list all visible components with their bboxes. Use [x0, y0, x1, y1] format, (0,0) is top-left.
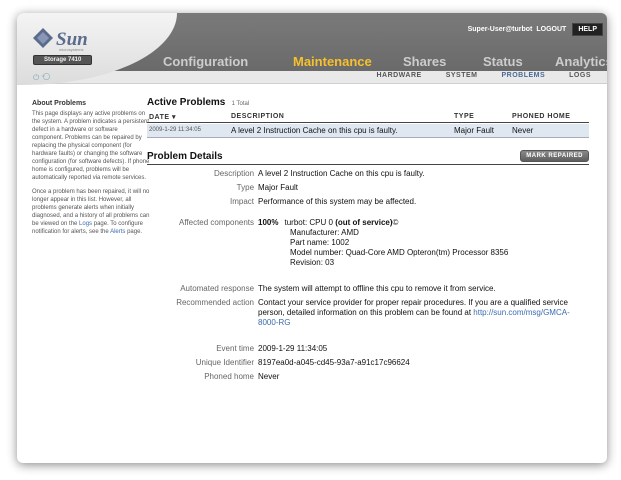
value-uid: 8197ea0d-a045-cd45-93a7-a91c17c96624	[258, 358, 410, 367]
active-problems-title: Active Problems	[147, 97, 226, 108]
sub-tabs: HARDWARE SYSTEM PROBLEMS LOGS	[352, 72, 591, 79]
label-uid: Unique Identifier	[195, 358, 255, 367]
top-links: Super-User@turbot LOGOUT HELP	[468, 23, 603, 36]
tab-analytics[interactable]: Analytics	[555, 54, 607, 69]
subtab-problems[interactable]: PROBLEMS	[501, 72, 545, 79]
power-refresh-icons[interactable]: ⏻ ⟲	[33, 73, 50, 83]
label-event-time: Event time	[216, 344, 255, 353]
details-header: Problem Details MARK REPAIRED	[147, 150, 589, 162]
subtab-logs[interactable]: LOGS	[569, 72, 591, 79]
logs-link[interactable]: Logs	[79, 221, 92, 227]
value-event-time: 2009-1-29 11:34:05	[258, 344, 328, 353]
tab-shares[interactable]: Shares	[403, 54, 446, 69]
affected-manufacturer: Manufacturer: AMD	[290, 228, 359, 237]
cell-type: Major Fault	[454, 126, 495, 135]
cell-date: 2009-1-29 11:34:05	[149, 127, 201, 133]
logo-subtext: microsystems	[59, 47, 84, 52]
affected-percent: 100%	[258, 218, 279, 227]
detail-phoned-home: Phoned home Never	[147, 372, 589, 382]
label-phoned-home: Phoned home	[204, 372, 255, 381]
sidebar-text: page.	[127, 229, 143, 235]
subtab-system[interactable]: SYSTEM	[446, 72, 478, 79]
copyright-icon[interactable]: ©	[393, 218, 399, 228]
value-affected: 100% turbot: CPU 0 (out of service) © Man…	[258, 218, 589, 268]
affected-status: (out of service)	[335, 218, 393, 227]
detail-impact: Impact Performance of this system may be…	[147, 197, 589, 207]
value-description: A level 2 Instruction Cache on this cpu …	[258, 169, 425, 178]
value-impact: Performance of this system may be affect…	[258, 197, 417, 206]
subtab-hardware[interactable]: HARDWARE	[376, 72, 421, 79]
label-automated: Automated response	[180, 284, 255, 293]
logout-link[interactable]: LOGOUT	[536, 26, 566, 33]
col-description[interactable]: DESCRIPTION	[231, 113, 454, 121]
tab-configuration[interactable]: Configuration	[163, 54, 248, 69]
cell-phoned-home: Never	[512, 126, 534, 135]
detail-event-time: Event time 2009-1-29 11:34:05	[147, 344, 589, 354]
label-type: Type	[236, 183, 255, 192]
table-header: DATE ▾ DESCRIPTION TYPE PHONED HOME	[147, 113, 589, 123]
problem-count: 1 Total	[231, 101, 250, 107]
label-recommended: Recommended action	[176, 298, 255, 307]
table-row[interactable]: 2009-1-29 11:34:05 A level 2 Instruction…	[147, 124, 589, 138]
detail-automated: Automated response The system will attem…	[147, 284, 589, 294]
affected-model: Model number: Quad-Core AMD Opteron(tm) …	[290, 248, 509, 257]
sidebar-paragraph: This page displays any active problems o…	[32, 111, 150, 181]
value-phoned-home: Never	[258, 372, 280, 381]
affected-component: turbot: CPU 0	[284, 218, 333, 227]
label-impact: Impact	[230, 197, 255, 206]
detail-description: Description A level 2 Instruction Cache …	[147, 169, 589, 179]
sun-logo: Sun	[32, 27, 88, 49]
value-recommended: Contact your service provider for proper…	[258, 298, 589, 328]
main-content: Active Problems 1 Total DATE ▾ DESCRIPTI…	[147, 97, 589, 382]
main-tabs: Configuration Maintenance Shares Status …	[163, 54, 607, 71]
tab-status[interactable]: Status	[483, 54, 523, 69]
value-type: Major Fault	[258, 183, 299, 192]
divider	[147, 164, 589, 165]
alerts-link[interactable]: Alerts	[110, 229, 125, 235]
help-button[interactable]: HELP	[572, 23, 603, 36]
app-window: Sun microsystems Storage 7410 ⏻ ⟲ Super-…	[17, 13, 607, 463]
detail-uid: Unique Identifier 8197ea0d-a045-cd45-93a…	[147, 358, 589, 368]
problems-table: DATE ▾ DESCRIPTION TYPE PHONED HOME 2009…	[147, 113, 589, 138]
sidebar-paragraph-2: Once a problem has been repaired, it wil…	[32, 188, 150, 236]
mark-repaired-button[interactable]: MARK REPAIRED	[520, 150, 589, 162]
col-date[interactable]: DATE ▾	[147, 113, 231, 121]
label-affected: Affected components	[179, 218, 255, 227]
sidebar-help: About Problems This page displays any ac…	[32, 100, 150, 242]
cell-description: A level 2 Instruction Cache on this cpu …	[231, 126, 398, 135]
user-label: Super-User@turbot	[467, 26, 533, 33]
sun-logo-icon	[33, 28, 53, 48]
detail-affected: Affected components 100% turbot: CPU 0 (…	[147, 218, 589, 268]
tab-maintenance[interactable]: Maintenance	[293, 54, 372, 69]
affected-part-name: Part name: 1002	[290, 238, 350, 247]
detail-recommended: Recommended action Contact your service …	[147, 298, 589, 328]
active-problems-header: Active Problems 1 Total	[147, 97, 589, 108]
sidebar-title: About Problems	[32, 100, 87, 107]
detail-type: Type Major Fault	[147, 183, 589, 193]
affected-revision: Revision: 03	[290, 258, 335, 267]
details-title: Problem Details	[147, 150, 223, 162]
label-description: Description	[214, 169, 255, 178]
col-type[interactable]: TYPE	[454, 113, 512, 121]
product-badge: Storage 7410	[33, 55, 93, 65]
value-automated: The system will attempt to offline this …	[258, 284, 496, 293]
col-phoned-home[interactable]: PHONED HOME	[512, 113, 589, 121]
